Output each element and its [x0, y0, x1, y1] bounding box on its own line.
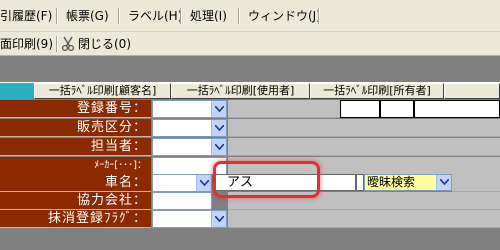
label-tab-row: 一括ﾗﾍﾞﾙ印刷[顧客名] 一括ﾗﾍﾞﾙ印刷[使用者] 一括ﾗﾍﾞﾙ印刷[所有者… [0, 82, 500, 99]
sales-category-combo[interactable] [152, 119, 227, 137]
vehicle-name-label: 車名： [0, 174, 151, 192]
toolbar-separator [56, 36, 58, 52]
fuzzy-search-select[interactable]: 曖昧検索 [364, 174, 452, 191]
tab-bulk-label-owner[interactable]: 一括ﾗﾍﾞﾙ印刷[所有者] [310, 83, 444, 99]
menu-history[interactable]: 引履歴(F) [0, 8, 52, 24]
partner-company-label: 協力会社： [0, 192, 151, 210]
partner-company-combo[interactable] [152, 192, 212, 210]
fuzzy-search-value: 曖昧検索 [367, 175, 416, 189]
toolbar: 面印刷(9) 閉じる(0) [0, 32, 500, 56]
form-background [0, 228, 500, 250]
print-button[interactable]: 面印刷(9) [0, 36, 53, 52]
menu-reports[interactable]: 帳票(G) [66, 8, 109, 24]
tab-bulk-label-customer[interactable]: 一括ﾗﾍﾞﾙ印刷[顧客名] [34, 83, 171, 99]
vehicle-name-field [452, 174, 500, 192]
chevron-down-icon[interactable] [211, 120, 226, 136]
tab-blank [444, 83, 500, 99]
deregistration-flag-combo[interactable] [152, 210, 227, 228]
staff-field [228, 138, 500, 156]
menu-separator [238, 8, 240, 24]
vehicle-name-combo[interactable] [152, 174, 212, 192]
staff-combo[interactable] [152, 138, 227, 156]
chevron-down-icon[interactable] [211, 101, 226, 117]
chevron-down-icon[interactable] [211, 211, 226, 227]
staff-label: 担当者： [0, 138, 151, 156]
deregistration-flag-field [228, 210, 500, 228]
scissors-icon[interactable] [61, 36, 75, 52]
menu-bar: 引履歴(F) 帳票(G) ラベル(H) 処理(I) ウィンドウ(J) [0, 0, 500, 32]
annotation-highlight [213, 161, 320, 198]
registration-number-combo[interactable] [152, 100, 227, 118]
maker-label: ﾒｰｶｰ[･･･]： [0, 157, 151, 175]
menu-separator [318, 8, 320, 24]
sales-category-label: 販売区分： [0, 119, 151, 137]
menu-process[interactable]: 処理(I) [190, 8, 227, 24]
tab-accent [0, 83, 34, 99]
menu-label[interactable]: ラベル(H) [128, 8, 182, 24]
chevron-down-icon[interactable] [196, 175, 211, 191]
menu-separator [180, 8, 182, 24]
chevron-down-icon[interactable] [211, 139, 226, 155]
sales-category-field [228, 119, 500, 137]
tab-bulk-label-user[interactable]: 一括ﾗﾍﾞﾙ印刷[使用者] [171, 83, 310, 99]
menu-separator [118, 8, 120, 24]
deregistration-flag-label: 抹消登録ﾌﾗｸﾞ： [0, 210, 151, 228]
menu-separator [56, 8, 58, 24]
registration-number-part[interactable] [414, 100, 500, 118]
registration-number-field [228, 100, 340, 118]
menu-window[interactable]: ウィンドウ(J) [248, 8, 321, 24]
vehicle-name-input-end[interactable] [356, 174, 364, 191]
close-button[interactable]: 閉じる(0) [78, 36, 131, 52]
chevron-down-icon[interactable] [436, 175, 451, 190]
registration-number-part[interactable] [380, 100, 414, 118]
registration-number-label: 登録番号： [0, 100, 151, 118]
registration-number-part[interactable] [340, 100, 380, 118]
